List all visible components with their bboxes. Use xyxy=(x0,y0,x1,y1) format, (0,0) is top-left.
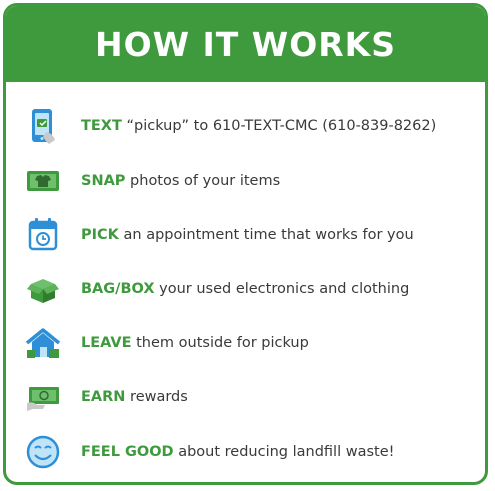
step-keyword: PICK xyxy=(81,227,119,243)
step-keyword: TEXT xyxy=(81,118,122,134)
step-earn-label: EARN rewards xyxy=(81,389,188,405)
smiley-icon xyxy=(23,432,63,472)
step-feel-good: FEEL GOOD about reducing landfill waste! xyxy=(6,430,485,474)
step-description: them outside for pickup xyxy=(131,335,309,351)
step-keyword: FEEL GOOD xyxy=(81,444,174,460)
step-description: photos of your items xyxy=(125,173,281,189)
step-description: about reducing landfill waste! xyxy=(173,444,395,460)
step-description: your used electronics and clothing xyxy=(154,281,410,297)
house-icon xyxy=(23,323,63,363)
phone-icon xyxy=(23,106,63,146)
camera-icon xyxy=(23,161,63,201)
step-bag-box: BAG/BOX your used electronics and clothi… xyxy=(6,267,485,311)
calendar-icon xyxy=(23,215,63,255)
step-description: an appointment time that works for you xyxy=(118,227,414,243)
step-keyword: SNAP xyxy=(81,173,126,189)
step-earn: EARN rewards xyxy=(6,375,485,419)
header: HOW IT WORKS xyxy=(6,6,485,82)
money-icon xyxy=(23,377,63,417)
step-description: “pickup” to 610-TEXT-CMC (610-839-8262) xyxy=(121,118,437,134)
step-leave: LEAVE them outside for pickup xyxy=(6,321,485,365)
step-snap: SNAP photos of your items xyxy=(6,159,485,203)
step-text-label: TEXT “pickup” to 610-TEXT-CMC (610-839-8… xyxy=(81,118,436,134)
step-keyword: BAG/BOX xyxy=(81,281,155,297)
step-description: rewards xyxy=(125,389,188,405)
step-keyword: LEAVE xyxy=(81,335,132,351)
step-leave-label: LEAVE them outside for pickup xyxy=(81,335,309,351)
box-icon xyxy=(23,269,63,309)
step-pick-label: PICK an appointment time that works for … xyxy=(81,227,414,243)
how-it-works-card: HOW IT WORKS TEXT “pickup” to 610-TEXT-C… xyxy=(3,3,488,485)
step-text: TEXT “pickup” to 610-TEXT-CMC (610-839-8… xyxy=(6,104,485,148)
step-feel-good-label: FEEL GOOD about reducing landfill waste! xyxy=(81,444,394,460)
step-snap-label: SNAP photos of your items xyxy=(81,173,280,189)
page-title: HOW IT WORKS xyxy=(94,24,397,64)
step-bag-box-label: BAG/BOX your used electronics and clothi… xyxy=(81,281,409,297)
step-keyword: EARN xyxy=(81,389,126,405)
step-pick: PICK an appointment time that works for … xyxy=(6,213,485,257)
